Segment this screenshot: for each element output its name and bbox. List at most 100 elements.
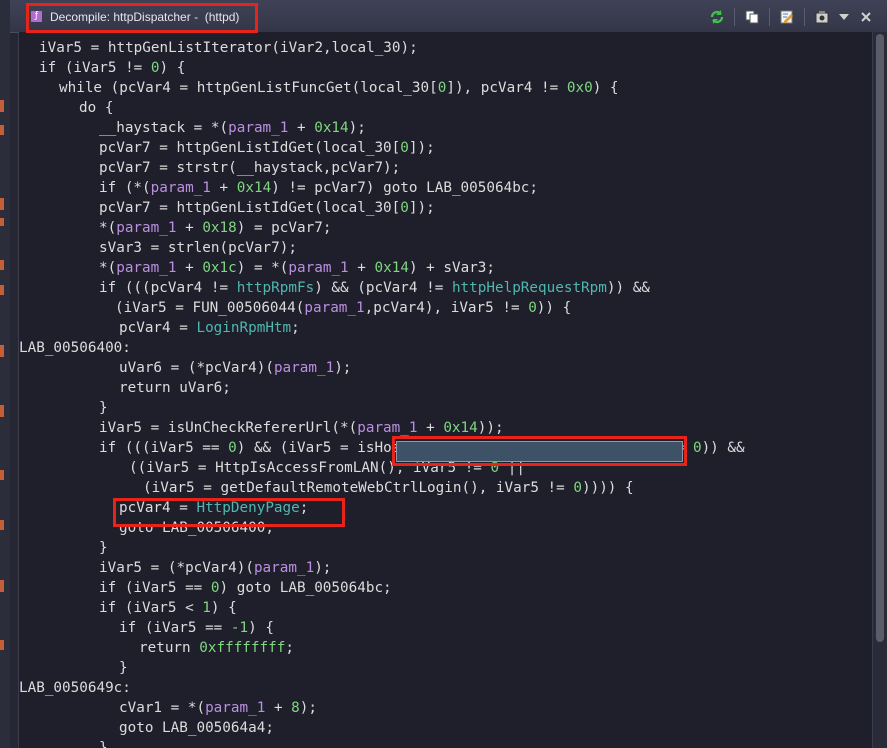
code-token[interactable]: 0 (573, 480, 582, 496)
code-token[interactable]: (iVar5 = getDefaultRemoteWebCtrlLogin(),… (143, 480, 573, 496)
code-token[interactable]: 1 (202, 600, 211, 616)
code-token[interactable]: if (iVar5 != (39, 60, 151, 76)
code-token[interactable]: LAB_0050649c: (19, 680, 131, 696)
code-line[interactable]: if (iVar5 == -1) { (119, 618, 274, 638)
code-token[interactable]: 0xffffffff (199, 640, 285, 656)
code-token[interactable]: param_1 (288, 260, 348, 276)
code-token[interactable]: ); (349, 120, 366, 136)
code-token[interactable]: )) && (607, 280, 650, 296)
code-token[interactable]: if (((iVar5 == (99, 440, 228, 456)
code-token[interactable]: + (418, 420, 444, 436)
code-line[interactable]: iVar5 = (*pcVar4)(param_1); (99, 558, 331, 578)
code-token[interactable]: ) && (iVar5 = (237, 440, 358, 456)
code-line[interactable]: if (iVar5 == 0) goto LAB_005064bc; (99, 578, 392, 598)
code-token[interactable]: 0x0 (567, 80, 593, 96)
code-token[interactable]: 0x14 (237, 180, 271, 196)
code-token[interactable]: ) && (pcVar4 != (314, 280, 452, 296)
code-token[interactable]: 0x14 (375, 260, 409, 276)
code-token[interactable]: 0x14 (443, 420, 477, 436)
code-line[interactable]: return 0xffffffff; (139, 638, 294, 658)
code-token[interactable]: ) + sVar3; (409, 260, 495, 276)
code-token[interactable]: } (99, 740, 108, 748)
code-line[interactable]: } (99, 538, 108, 558)
vertical-scrollbar[interactable] (872, 32, 887, 748)
code-token[interactable]: sVar3 = strlen(pcVar7); (99, 240, 297, 256)
code-line[interactable]: if (((pcVar4 != httpRpmFs) && (pcVar4 !=… (99, 278, 650, 298)
code-line[interactable]: LAB_0050649c: (19, 678, 131, 698)
code-token[interactable]: )) { (537, 300, 571, 316)
code-token[interactable]: ; (291, 320, 300, 336)
code-token[interactable]: iVar5 = httpGenListIterator(iVar2,local_… (39, 40, 418, 56)
decompiled-code-view[interactable]: iVar5 = httpGenListIterator(iVar2,local_… (19, 32, 872, 748)
code-line[interactable]: } (99, 398, 108, 418)
code-token[interactable]: param_1 (357, 420, 417, 436)
code-token[interactable]: ) { (211, 600, 237, 616)
code-token[interactable]: if (*( (99, 180, 151, 196)
code-token[interactable]: ) goto LAB_005064bc; (220, 580, 392, 596)
menu-icon[interactable] (833, 7, 855, 27)
code-line[interactable]: if (iVar5 < 1) { (99, 598, 237, 618)
code-token[interactable]: param_1 (304, 300, 364, 316)
code-token[interactable]: param_1 (116, 220, 176, 236)
code-token[interactable]: ); (300, 700, 317, 716)
code-token[interactable]: )); (478, 420, 504, 436)
code-token[interactable]: *( (99, 220, 116, 236)
code-token[interactable]: + (265, 700, 291, 716)
code-line[interactable]: while (pcVar4 = httpGenListFuncGet(local… (59, 78, 619, 98)
code-token[interactable]: param_1 (274, 360, 334, 376)
copy-icon[interactable] (741, 7, 763, 27)
code-token[interactable]: param_1 (151, 180, 211, 196)
code-token[interactable]: ) { (593, 80, 619, 96)
code-token[interactable]: pcVar7 = httpGenListIdGet(local_30[ (99, 200, 400, 216)
code-line[interactable]: (iVar5 = getDefaultRemoteWebCtrlLogin(),… (143, 478, 634, 498)
code-token[interactable]: } (99, 400, 108, 416)
code-token[interactable]: do { (79, 100, 113, 116)
code-line[interactable]: iVar5 = httpGenListIterator(iVar2,local_… (39, 38, 418, 58)
code-line[interactable]: (iVar5 = FUN_00506044(param_1,pcVar4), i… (115, 298, 571, 318)
close-icon[interactable] (855, 7, 877, 27)
code-token[interactable]: if (((pcVar4 != (99, 280, 237, 296)
code-token[interactable]: uVar6 = (*pcVar4)( (119, 360, 274, 376)
code-line[interactable]: goto LAB_005064a4; (119, 718, 274, 738)
code-token[interactable]: pcVar7 = strstr(__haystack,pcVar7); (99, 160, 400, 176)
code-line[interactable]: *(param_1 + 0x18) = pcVar7; (99, 218, 331, 238)
code-line[interactable]: do { (79, 98, 113, 118)
code-token[interactable]: iVar5 = isUnCheckRefererUrl(*( (99, 420, 357, 436)
code-token[interactable]: + (176, 220, 202, 236)
code-token[interactable]: param_1 (116, 260, 176, 276)
code-token[interactable]: ); (334, 360, 351, 376)
code-token[interactable]: *( (99, 260, 116, 276)
code-line[interactable]: *(param_1 + 0x1c) = *(param_1 + 0x14) + … (99, 258, 495, 278)
code-token[interactable]: return (139, 640, 199, 656)
code-token[interactable]: 0x14 (314, 120, 348, 136)
code-token[interactable]: } (99, 540, 108, 556)
code-token[interactable]: __haystack = *( (99, 120, 228, 136)
code-line[interactable]: pcVar4 = LoginRpmHtm; (119, 318, 300, 338)
code-token[interactable]: } (119, 660, 128, 676)
code-token[interactable]: 0 (211, 580, 220, 596)
code-token[interactable]: param_1 (228, 120, 288, 136)
code-line[interactable]: } (119, 658, 128, 678)
scrollbar-thumb[interactable] (876, 34, 884, 642)
code-line[interactable]: cVar1 = *(param_1 + 8); (119, 698, 317, 718)
code-token[interactable]: + (288, 120, 314, 136)
code-token[interactable]: param_1 (254, 560, 314, 576)
code-token[interactable]: ]), pcVar4 != (446, 80, 567, 96)
code-line[interactable]: if (iVar5 != 0) { (39, 58, 185, 78)
code-token[interactable]: if (iVar5 < (99, 600, 202, 616)
code-token[interactable]: while (pcVar4 = httpGenListFuncGet(local… (59, 80, 438, 96)
snapshot-icon[interactable] (811, 7, 833, 27)
code-token[interactable]: ); (314, 560, 331, 576)
code-token[interactable]: )) && (702, 440, 745, 456)
refresh-icon[interactable] (706, 7, 728, 27)
code-token[interactable]: ) != pcVar7) goto LAB_005064bc; (271, 180, 538, 196)
edit-icon[interactable] (776, 7, 798, 27)
code-token[interactable]: if (iVar5 == (99, 580, 211, 596)
code-token[interactable]: )))) { (582, 480, 634, 496)
code-token[interactable]: ]); (409, 200, 435, 216)
code-line[interactable]: LAB_00506400: (19, 338, 131, 358)
code-token[interactable]: iVar5 = (*pcVar4)( (99, 560, 254, 576)
code-token[interactable]: if (iVar5 == (119, 620, 231, 636)
code-token[interactable]: httpRpmFs (237, 280, 314, 296)
code-line[interactable]: pcVar7 = strstr(__haystack,pcVar7); (99, 158, 400, 178)
